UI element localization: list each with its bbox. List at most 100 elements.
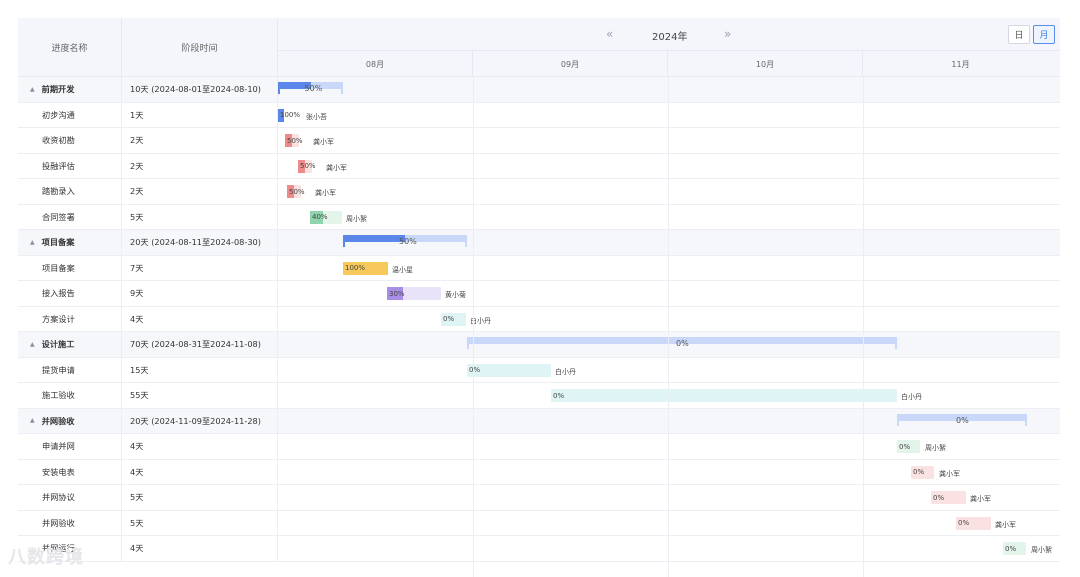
- bar-end-tick: [897, 413, 899, 426]
- task-name-text: 初步沟通: [42, 109, 75, 120]
- bar-end-tick: [341, 82, 343, 94]
- task-owner: 龚小军: [939, 469, 960, 478]
- timeline-header: « 2024年 » 日 月: [278, 18, 1060, 51]
- task-owner: 白小丹: [555, 367, 576, 376]
- task-name: 踏勘录入: [18, 179, 122, 204]
- header-time-column: 阶段时间: [122, 18, 278, 77]
- collapse-caret-icon[interactable]: ▲: [30, 417, 35, 424]
- task-duration: 4天: [122, 459, 278, 484]
- group-progress-label: 0%: [676, 339, 689, 348]
- bar-end-tick: [1025, 413, 1027, 426]
- task-bar[interactable]: 100%: [343, 261, 388, 275]
- task-name: 并网协议: [18, 485, 122, 510]
- month-label: 10月: [668, 51, 863, 77]
- task-bar[interactable]: 0%: [551, 389, 897, 402]
- group-row[interactable]: ▲ 前期开发 10天 (2024-08-01至2024-08-10) 50%: [18, 77, 1060, 103]
- task-bar[interactable]: 0%: [911, 465, 934, 479]
- group-row[interactable]: ▲ 并网验收 20天 (2024-11-09至2024-11-28) 0%: [18, 408, 1060, 434]
- task-duration: 10天 (2024-08-01至2024-08-10): [122, 77, 278, 102]
- task-owner: 白小丹: [901, 393, 922, 401]
- task-name: 并网验收: [18, 510, 122, 535]
- task-progress-label: 0%: [899, 442, 911, 451]
- task-name: 提货申请: [18, 357, 122, 382]
- task-bar[interactable]: 0%: [1003, 542, 1026, 555]
- task-bar[interactable]: 0%: [467, 363, 551, 377]
- day-view-button[interactable]: 日: [1008, 25, 1030, 44]
- task-owner: 龚小军: [326, 163, 347, 172]
- task-row: 接入报告 9天 30% 黄小菊: [18, 281, 1060, 307]
- task-bar[interactable]: 40%: [310, 210, 342, 224]
- task-duration: 20天 (2024-08-11至2024-08-30): [122, 230, 278, 255]
- task-progress-label: 0%: [553, 391, 565, 400]
- group-progress-label: 50%: [399, 237, 417, 246]
- month-gridline: [473, 77, 474, 577]
- task-duration: 1天: [122, 102, 278, 127]
- task-name-text: 设计施工: [41, 339, 75, 350]
- task-duration: 2天: [122, 128, 278, 153]
- task-owner: 周小絮: [1031, 546, 1052, 554]
- task-name: ▲ 并网验收: [18, 408, 122, 433]
- task-owner: 龚小军: [995, 520, 1016, 529]
- group-progress-label: 50%: [304, 84, 323, 93]
- collapse-caret-icon[interactable]: ▲: [30, 341, 35, 348]
- task-row: 踏勘录入 2天 50% 龚小军: [18, 179, 1060, 205]
- task-name: 方案设计: [18, 306, 122, 331]
- task-owner: 温小星: [392, 265, 413, 274]
- task-bar[interactable]: 30%: [387, 287, 441, 300]
- task-duration: 7天: [122, 255, 278, 280]
- task-bar[interactable]: 100%: [278, 108, 300, 122]
- task-bar[interactable]: 50%: [298, 159, 316, 173]
- group-progress-label: 0%: [956, 415, 969, 425]
- task-progress-label: 0%: [958, 519, 970, 527]
- task-name-text: 并网验收: [42, 517, 75, 528]
- prev-year-button[interactable]: «: [606, 27, 613, 41]
- task-row: 投融评估 2天 50% 龚小军: [18, 153, 1060, 179]
- month-gridline: [668, 77, 669, 577]
- month-view-button[interactable]: 月: [1033, 25, 1055, 44]
- collapse-caret-icon[interactable]: ▲: [30, 239, 35, 246]
- task-row: 合同签署 5天 40% 周小絮: [18, 204, 1060, 230]
- group-row[interactable]: ▲ 项目备案 20天 (2024-08-11至2024-08-30) 50%: [18, 230, 1060, 256]
- task-row: 提货申请 15天 0% 白小丹: [18, 357, 1060, 383]
- task-row: 方案设计 4天 0% 白小丹: [18, 306, 1060, 332]
- month-label: 11月: [951, 59, 970, 69]
- collapse-caret-icon[interactable]: ▲: [30, 86, 35, 93]
- task-name: 合同签署: [18, 204, 122, 229]
- task-progress-label: 0%: [913, 468, 925, 476]
- task-progress-label: 0%: [933, 493, 945, 502]
- group-progress-fill: [343, 235, 405, 242]
- next-year-button[interactable]: »: [724, 27, 731, 41]
- task-progress-label: 50%: [289, 187, 305, 196]
- group-row[interactable]: ▲ 设计施工 70天 (2024-08-31至2024-11-08) 0%: [18, 332, 1060, 358]
- task-owner: 周小絮: [925, 444, 946, 452]
- task-bar[interactable]: 0%: [956, 516, 991, 530]
- task-progress-label: 30%: [389, 289, 405, 298]
- task-name-text: 项目备案: [41, 237, 75, 248]
- task-bar[interactable]: 0%: [931, 491, 966, 504]
- task-duration: 4天: [122, 434, 278, 459]
- task-name: ▲ 前期开发: [18, 77, 122, 102]
- task-duration: 15天: [122, 357, 278, 382]
- task-row: 安装电表 4天 0% 龚小军: [18, 459, 1060, 485]
- task-owner: 龚小军: [970, 495, 991, 503]
- task-name: 安装电表: [18, 459, 122, 484]
- task-bar[interactable]: 0%: [897, 440, 920, 453]
- task-progress-label: 0%: [443, 315, 455, 323]
- view-toggle: 日 月: [1008, 25, 1055, 44]
- task-bar[interactable]: 50%: [285, 134, 303, 147]
- task-name-text: 并网验收: [41, 415, 75, 426]
- task-name-text: 申请并网: [42, 441, 75, 452]
- header-name-column: 进度名称: [18, 18, 122, 77]
- bar-end-tick: [278, 82, 280, 94]
- task-bar[interactable]: 50%: [287, 185, 305, 198]
- task-name-text: 安装电表: [42, 466, 75, 477]
- task-row: 收资初勘 2天 50% 龚小军: [18, 128, 1060, 154]
- month-label: 08月: [278, 51, 473, 77]
- task-duration: 5天: [122, 485, 278, 510]
- task-duration: 5天: [122, 510, 278, 535]
- task-progress-label: 0%: [1005, 544, 1017, 553]
- task-name: ▲ 项目备案: [18, 230, 122, 255]
- task-name-text: 合同签署: [42, 211, 75, 222]
- task-bar[interactable]: 0%: [441, 312, 466, 326]
- task-row: 并网协议 5天 0% 龚小军: [18, 485, 1060, 511]
